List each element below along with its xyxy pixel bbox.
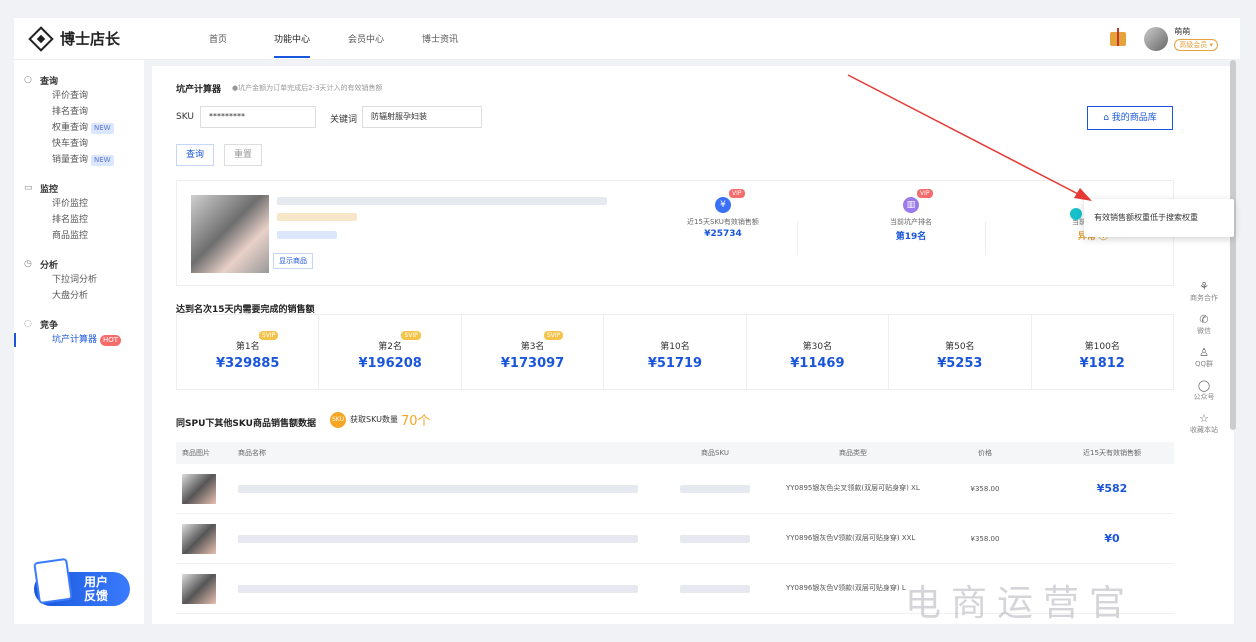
watermark: 电商运营官 [905,583,1136,624]
annotation-arrow [847,74,1092,201]
arrow-line [847,74,1083,197]
arrow-head [1074,188,1092,201]
